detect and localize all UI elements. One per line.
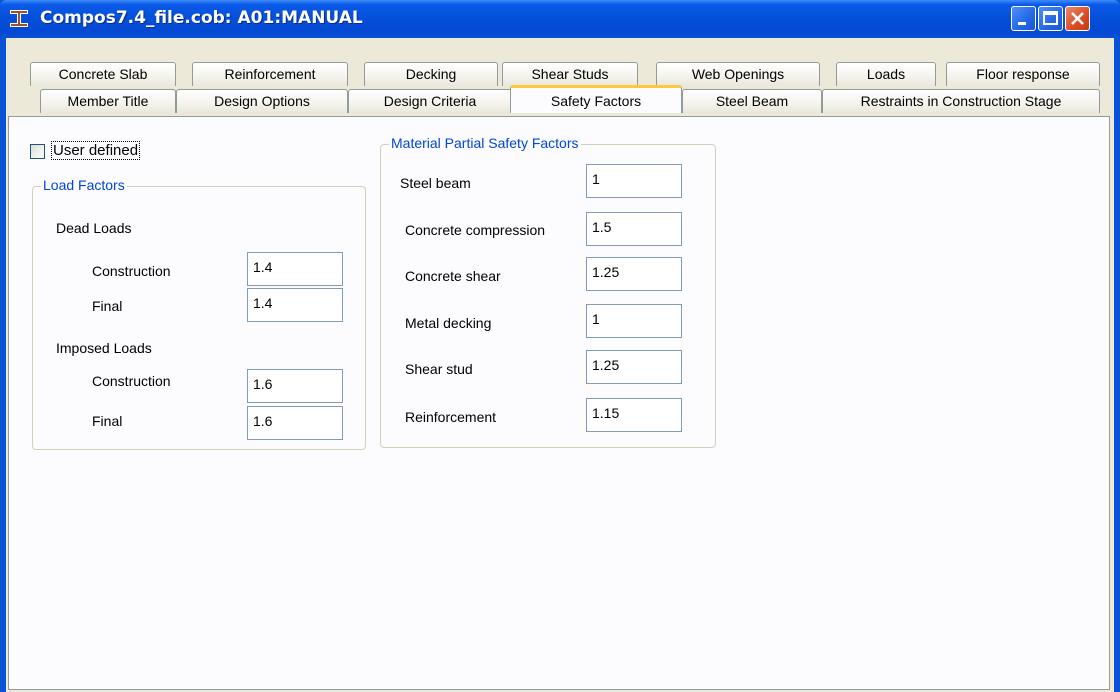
imposed-loads-label: Imposed Loads bbox=[56, 340, 152, 356]
close-icon bbox=[1071, 12, 1084, 25]
dead-loads-label: Dead Loads bbox=[56, 220, 132, 236]
tab-design-criteria[interactable]: Design Criteria bbox=[348, 89, 512, 113]
dialog-client-area: Concrete Slab Reinforcement Decking Shea… bbox=[6, 38, 1114, 692]
shear-stud-label: Shear stud bbox=[405, 361, 473, 377]
imposed-construction-field[interactable]: 1.6 bbox=[247, 369, 343, 403]
dead-construction-field[interactable]: 1.4 bbox=[247, 252, 343, 286]
tab-web-openings[interactable]: Web Openings bbox=[656, 62, 820, 86]
concrete-compression-label: Concrete compression bbox=[405, 222, 546, 238]
user-defined-checkbox[interactable] bbox=[30, 144, 45, 159]
tab-decking[interactable]: Decking bbox=[364, 62, 498, 86]
metal-decking-field[interactable]: 1 bbox=[586, 304, 682, 338]
concrete-shear-field[interactable]: 1.25 bbox=[586, 257, 682, 291]
imposed-final-label: Final bbox=[92, 413, 123, 429]
material-factors-title: Material Partial Safety Factors bbox=[389, 135, 581, 151]
window-title: Compos7.4_file.cob: A01:MANUAL bbox=[40, 8, 363, 28]
tab-shear-studs[interactable]: Shear Studs bbox=[502, 62, 638, 86]
concrete-shear-label: Concrete shear bbox=[405, 268, 501, 284]
title-bar[interactable]: Compos7.4_file.cob: A01:MANUAL bbox=[0, 0, 1120, 38]
shear-stud-field[interactable]: 1.25 bbox=[586, 350, 682, 384]
steel-beam-label: Steel beam bbox=[400, 175, 471, 191]
steel-beam-icon bbox=[10, 10, 28, 27]
tab-safety-factors[interactable]: Safety Factors bbox=[510, 85, 682, 113]
tab-steel-beam[interactable]: Steel Beam bbox=[682, 89, 822, 113]
minimize-icon bbox=[1018, 22, 1026, 25]
tab-design-options[interactable]: Design Options bbox=[176, 89, 348, 113]
imposed-construction-label: Construction bbox=[92, 373, 171, 389]
minimize-button[interactable] bbox=[1011, 6, 1036, 31]
metal-decking-label: Metal decking bbox=[405, 315, 492, 331]
user-defined-label[interactable]: User defined bbox=[50, 141, 141, 160]
tab-floor-response[interactable]: Floor response bbox=[946, 62, 1100, 86]
maximize-icon bbox=[1043, 11, 1058, 25]
close-button[interactable] bbox=[1065, 6, 1090, 31]
dead-construction-label: Construction bbox=[92, 263, 171, 279]
reinforcement-field[interactable]: 1.15 bbox=[586, 398, 682, 432]
tab-reinforcement[interactable]: Reinforcement bbox=[192, 62, 348, 86]
imposed-final-field[interactable]: 1.6 bbox=[247, 406, 343, 440]
dead-final-field[interactable]: 1.4 bbox=[247, 288, 343, 322]
maximize-button[interactable] bbox=[1038, 6, 1063, 31]
tab-concrete-slab[interactable]: Concrete Slab bbox=[30, 62, 176, 86]
steel-beam-field[interactable]: 1 bbox=[586, 164, 682, 198]
tab-member-title[interactable]: Member Title bbox=[40, 89, 176, 113]
tab-restraints-construction-stage[interactable]: Restraints in Construction Stage bbox=[822, 89, 1100, 113]
reinforcement-label: Reinforcement bbox=[405, 409, 497, 425]
concrete-compression-field[interactable]: 1.5 bbox=[586, 212, 682, 246]
load-factors-title: Load Factors bbox=[41, 177, 127, 193]
tab-loads[interactable]: Loads bbox=[836, 62, 936, 86]
dead-final-label: Final bbox=[92, 298, 123, 314]
